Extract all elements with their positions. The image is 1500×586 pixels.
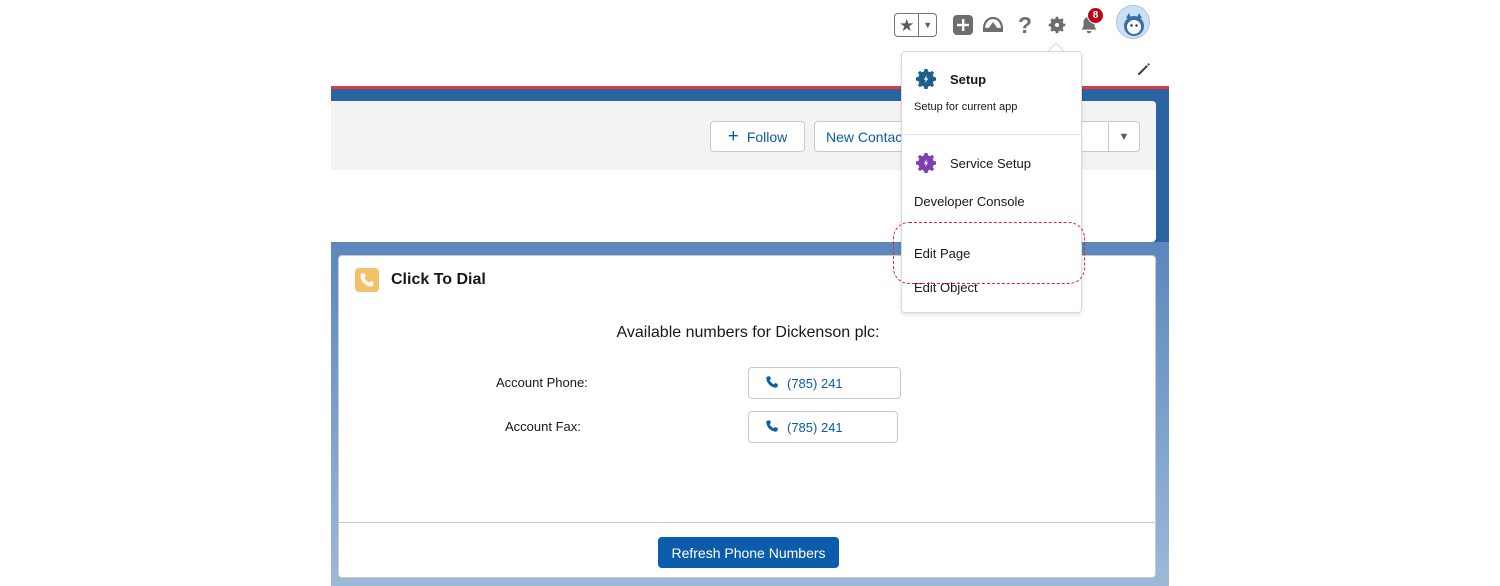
account-fax-dial-button[interactable]: (785) 241 — [748, 411, 898, 443]
star-icon[interactable]: ★ — [895, 14, 920, 36]
add-icon[interactable] — [950, 12, 976, 38]
setup-menu-item[interactable]: Setup — [950, 72, 986, 87]
favorites-button-group[interactable]: ★ ▼ — [894, 13, 937, 37]
phone-icon — [765, 419, 779, 436]
account-phone-label: Account Phone: — [496, 375, 588, 390]
menu-separator — [902, 134, 1081, 135]
salesforce-page: ★ ▼ ? 8 + Follow New Contact ▼ Click To … — [0, 0, 1500, 586]
setup-subtitle: Setup for current app — [914, 101, 1018, 113]
plus-icon: + — [727, 126, 739, 147]
avatar[interactable] — [1116, 5, 1150, 39]
phone-icon — [765, 375, 779, 392]
follow-button[interactable]: + Follow — [710, 121, 805, 152]
more-actions-button[interactable]: ▼ — [1108, 121, 1140, 152]
account-fax-number: (785) 241 — [787, 419, 843, 435]
chevron-down-icon: ▼ — [1118, 130, 1130, 143]
new-contact-button[interactable]: New Contact — [814, 121, 914, 152]
phone-icon — [355, 268, 379, 292]
new-contact-label: New Contact — [826, 128, 907, 145]
follow-label: Follow — [746, 128, 788, 145]
service-setup-gear-icon — [914, 151, 938, 175]
chevron-down-icon[interactable]: ▼ — [919, 14, 936, 36]
available-numbers-heading: Available numbers for Dickenson plc: — [616, 324, 880, 341]
card-title: Click To Dial — [391, 271, 486, 288]
gear-icon[interactable] — [1044, 12, 1070, 38]
account-phone-dial-button[interactable]: (785) 241 — [748, 367, 901, 399]
notification-badge: 8 — [1087, 7, 1104, 24]
setup-gear-icon — [914, 67, 938, 91]
global-header: ★ ▼ ? 8 — [0, 0, 1500, 50]
highlight-annotation — [893, 222, 1085, 284]
account-phone-number: (785) 241 — [787, 375, 843, 391]
card-footer-divider — [339, 522, 1157, 523]
service-setup-menu-item[interactable]: Service Setup — [950, 156, 1031, 171]
trailhead-icon[interactable] — [980, 12, 1006, 38]
developer-console-menu-item[interactable]: Developer Console — [914, 194, 1025, 209]
help-icon[interactable]: ? — [1012, 12, 1038, 38]
refresh-phone-numbers-button[interactable]: Refresh Phone Numbers — [658, 537, 839, 568]
edit-pencil-icon[interactable] — [1136, 61, 1152, 77]
account-fax-label: Account Fax: — [505, 419, 581, 434]
